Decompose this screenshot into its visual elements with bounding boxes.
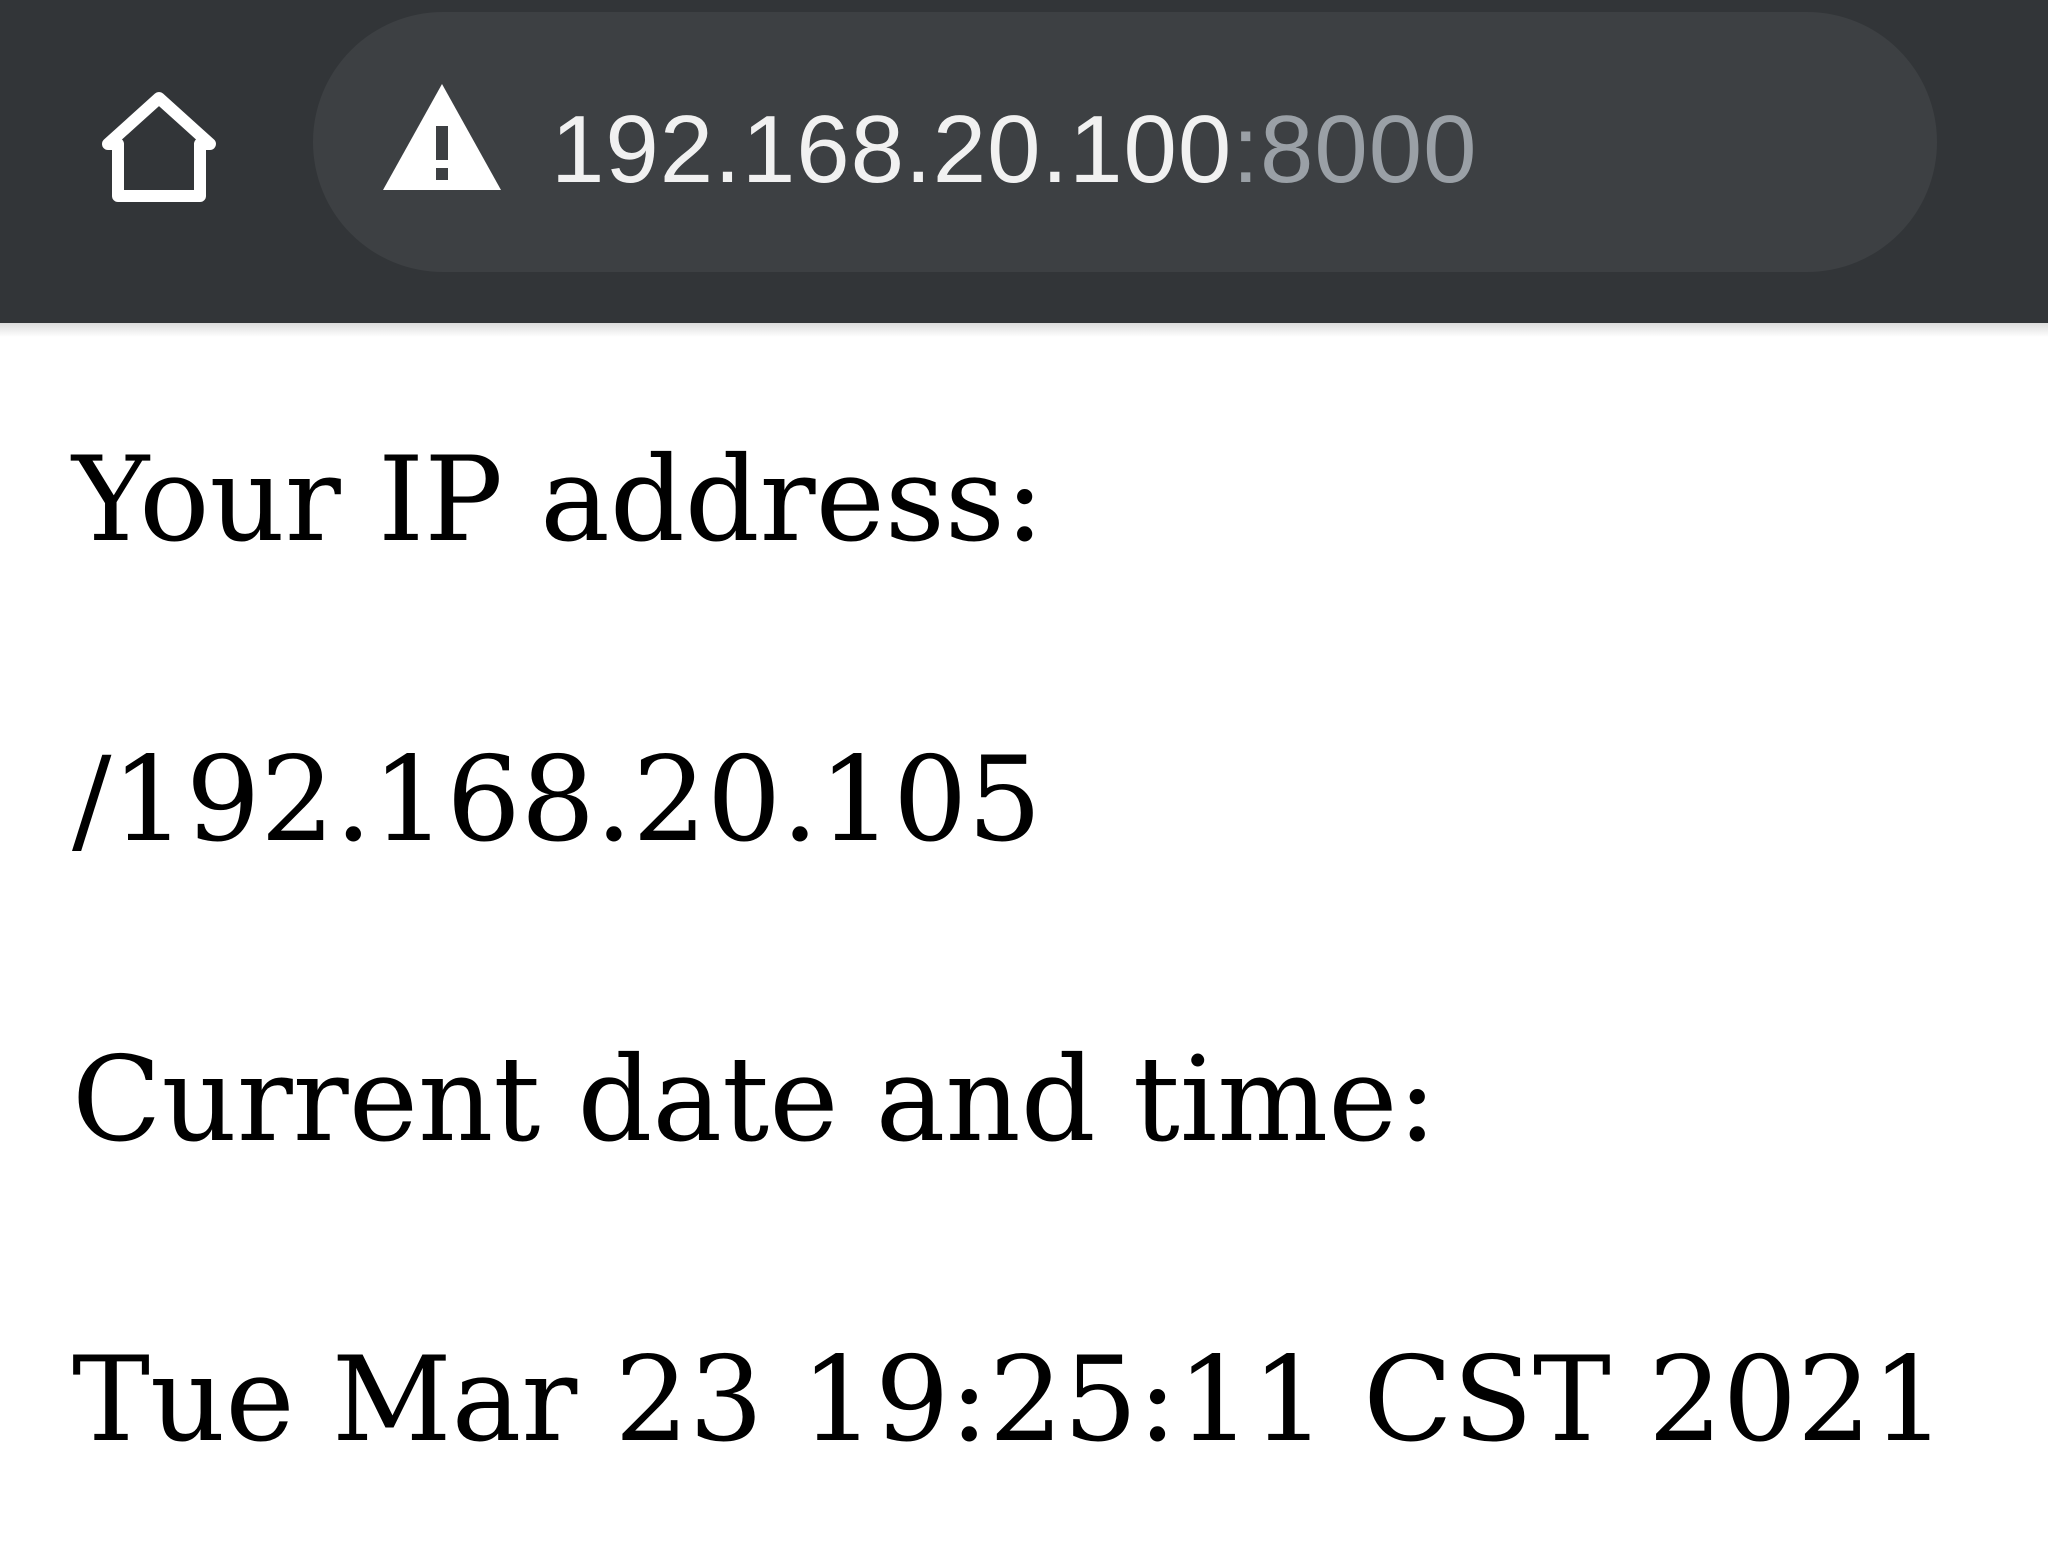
url-host: 192.168.20.100	[551, 96, 1233, 203]
home-button[interactable]	[84, 72, 234, 222]
ip-label: Your IP address:	[72, 431, 1045, 568]
warning-triangle-icon[interactable]	[381, 82, 503, 194]
url-port: :8000	[1232, 96, 1478, 203]
home-icon	[102, 92, 216, 202]
ip-value: /192.168.20.105	[72, 731, 1042, 868]
page-content: Your IP address: /192.168.20.105 Current…	[72, 350, 2032, 1550]
datetime-label: Current date and time:	[72, 1031, 1437, 1168]
toolbar-shadow	[0, 323, 2048, 337]
datetime-value: Tue Mar 23 19:25:11 CST 2021	[72, 1331, 1946, 1468]
browser-toolbar: 192.168.20.100:8000	[0, 0, 2048, 323]
url-text[interactable]: 192.168.20.100:8000	[551, 90, 1478, 210]
address-bar[interactable]: 192.168.20.100:8000	[313, 12, 1937, 272]
